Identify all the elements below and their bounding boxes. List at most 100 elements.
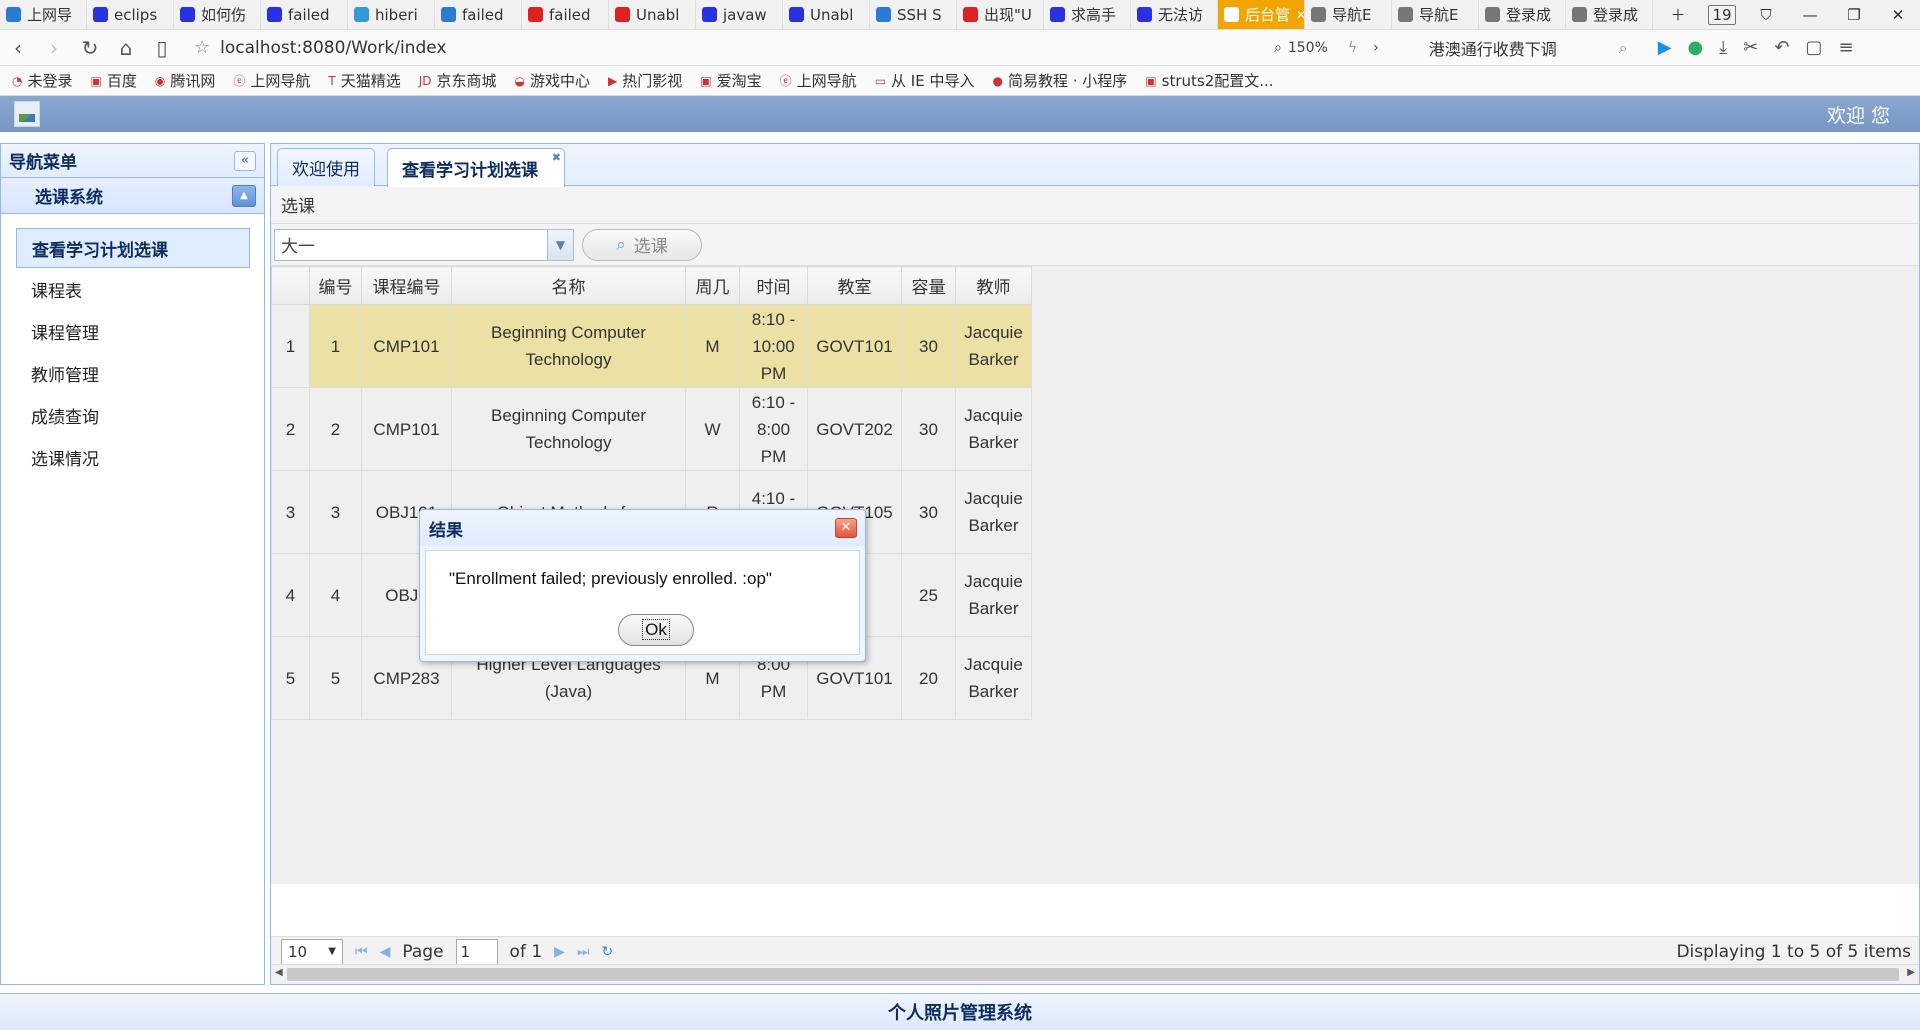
horizontal-scrollbar[interactable]: ◀ ▶ <box>271 964 1919 984</box>
next-page-icon[interactable]: ▶ <box>554 944 565 960</box>
nav-item-grade-query[interactable]: 成绩查询 <box>1 394 264 436</box>
table-cell-id: 1 <box>309 304 362 388</box>
download-icon[interactable]: ⤓ <box>1719 37 1727 58</box>
scroll-right-icon[interactable]: ▶ <box>1907 967 1915 978</box>
tab-welcome[interactable]: 欢迎使用 <box>277 148 375 186</box>
wechat-icon[interactable]: ● <box>1688 37 1704 58</box>
accordion-header[interactable]: 选课系统 ▲ <box>1 178 264 214</box>
column-header[interactable]: 教师 <box>955 266 1032 305</box>
browser-tab[interactable]: 求高手 <box>1044 0 1131 29</box>
browser-tab[interactable]: SSH S <box>870 0 957 29</box>
browser-tab[interactable]: Unabl <box>609 0 696 29</box>
bookmark-item[interactable]: JD 京东商城 <box>419 70 497 91</box>
browser-tab[interactable]: 导航E <box>1305 0 1392 29</box>
play-icon[interactable]: ▶ <box>1658 37 1672 58</box>
reading-mode-button[interactable]: ▯ <box>144 36 180 60</box>
nav-item-study-plan[interactable]: 查看学习计划选课 <box>16 228 250 268</box>
refresh-icon[interactable]: ↻ <box>602 944 614 960</box>
column-header[interactable]: 名称 <box>451 266 686 305</box>
new-tab-button[interactable]: ＋ <box>1656 4 1700 25</box>
back-button[interactable]: ‹ <box>0 36 36 60</box>
bookmark-item[interactable]: ▭ 从 IE 中导入 <box>875 70 975 91</box>
page-size-select[interactable]: 10 ▼ <box>281 938 343 965</box>
bookmark-item[interactable]: ⓔ 上网导航 <box>780 70 857 91</box>
scissors-icon[interactable]: ✂ <box>1743 37 1758 58</box>
tab-label: 欢迎使用 <box>292 160 360 180</box>
column-header[interactable]: 容量 <box>901 266 956 305</box>
browser-tab[interactable]: 无法访 <box>1131 0 1218 29</box>
tab-study-plan[interactable]: 查看学习计划选课 ✖ <box>387 148 565 187</box>
table-row[interactable]: 2 2 CMP101 Beginning Computer Technology W 6:… <box>271 387 1032 471</box>
bookmark-item[interactable]: ▶ 热门影视 <box>608 70 682 91</box>
undo-icon[interactable]: ↶ <box>1774 37 1789 58</box>
column-header[interactable]: 教室 <box>807 266 902 305</box>
column-header[interactable]: 编号 <box>309 266 362 305</box>
browser-tab[interactable]: hiberi <box>348 0 435 29</box>
extensions-icon[interactable]: ▢ <box>1805 37 1822 58</box>
nav-item-course-management[interactable]: 课程管理 <box>1 310 264 352</box>
tab-count-badge[interactable]: 19 <box>1700 4 1744 25</box>
collapse-panel-button[interactable]: « <box>234 150 256 171</box>
browser-tab[interactable]: javaw <box>696 0 783 29</box>
browser-tab[interactable]: failed <box>522 0 609 29</box>
column-header[interactable]: 课程编号 <box>361 266 452 305</box>
browser-tab[interactable]: 上网导 <box>0 0 87 29</box>
search-icon[interactable]: ⌕ <box>1619 38 1628 58</box>
pin-icon[interactable]: ⛉ <box>1744 6 1788 24</box>
column-header[interactable]: 时间 <box>739 266 808 305</box>
scroll-left-icon[interactable]: ◀ <box>275 967 283 978</box>
bookmark-item[interactable]: ▣ 爱淘宝 <box>700 70 761 91</box>
bookmark-item[interactable]: ⓔ 上网导航 <box>233 70 310 91</box>
bookmark-item[interactable]: ▣ struts2配置文... <box>1145 70 1273 91</box>
nav-item-schedule[interactable]: 课程表 <box>1 268 264 310</box>
browser-tab[interactable]: 登录成 <box>1479 0 1566 29</box>
first-page-icon[interactable]: ⏮ <box>355 944 368 960</box>
browser-tab[interactable]: 登录成 <box>1566 0 1653 29</box>
scrollbar-thumb[interactable] <box>287 968 1899 981</box>
browser-tab[interactable]: 如何伤 <box>174 0 261 29</box>
browser-tab[interactable]: failed <box>435 0 522 29</box>
close-window-button[interactable]: ✕ <box>1876 6 1920 24</box>
chevron-up-icon[interactable]: ▲ <box>232 184 256 207</box>
browser-tab[interactable]: 导航E <box>1392 0 1479 29</box>
ok-button[interactable]: Ok <box>618 614 694 646</box>
browser-tab[interactable]: 后台管 ✕ <box>1218 0 1305 29</box>
home-button[interactable]: ⌂ <box>108 36 144 60</box>
nav-item-teacher-management[interactable]: 教师管理 <box>1 352 264 394</box>
bookmark-item[interactable]: ● 简易教程 · 小程序 <box>992 70 1127 91</box>
reload-button[interactable]: ↻ <box>72 36 108 60</box>
bookmark-item[interactable]: ▣ 百度 <box>91 70 137 91</box>
page-number-input[interactable]: 1 <box>455 938 498 965</box>
url-field[interactable]: ☆ localhost:8080/Work/index <box>194 37 1294 58</box>
bookmark-item[interactable]: ◒ 游戏中心 <box>515 70 591 91</box>
select-course-button[interactable]: ⌕ 选课 <box>582 228 702 261</box>
browser-tab[interactable]: eclips <box>87 0 174 29</box>
menu-icon[interactable]: ≡ <box>1838 37 1853 58</box>
close-dialog-icon[interactable]: ✕ <box>835 518 857 538</box>
accordion-title: 选课系统 <box>35 188 103 208</box>
close-tab-icon[interactable]: ✕ <box>1296 8 1304 22</box>
year-select[interactable]: 大一 ▼ <box>274 228 574 261</box>
prev-page-icon[interactable]: ◀ <box>380 944 391 960</box>
forward-button[interactable]: › <box>36 36 72 60</box>
baidu-paw-icon <box>789 7 804 22</box>
tab-label: 查看学习计划选课 <box>402 160 538 181</box>
minimize-button[interactable]: — <box>1788 6 1832 24</box>
bookmark-item[interactable]: ◔ 未登录 <box>12 70 73 91</box>
browser-tab[interactable]: failed <box>261 0 348 29</box>
bookmark-star-icon[interactable]: ☆ <box>194 37 210 58</box>
bookmark-item[interactable]: ◉ 腾讯网 <box>155 70 216 91</box>
column-header[interactable]: 周几 <box>685 266 740 305</box>
nav-item-enrollment-status[interactable]: 选课情况 <box>1 436 264 478</box>
last-page-icon[interactable]: ⏭ <box>577 944 590 960</box>
close-tab-icon[interactable]: ✖ <box>552 151 561 164</box>
chevron-down-icon[interactable]: ▼ <box>547 229 573 260</box>
restore-button[interactable]: ❐ <box>1832 6 1876 24</box>
browser-tab[interactable]: Unabl <box>783 0 870 29</box>
bookmark-item[interactable]: T 天猫精选 <box>328 70 400 91</box>
table-row[interactable]: 1 1 CMP101 Beginning Computer Technology M 8:… <box>271 304 1032 388</box>
zoom-control[interactable]: ⌕ 150% ϟ › <box>1274 40 1379 56</box>
csdn-icon <box>963 7 978 22</box>
search-input[interactable]: 港澳通行收费下调 <box>1429 36 1619 60</box>
browser-tab[interactable]: 出现"U <box>957 0 1044 29</box>
